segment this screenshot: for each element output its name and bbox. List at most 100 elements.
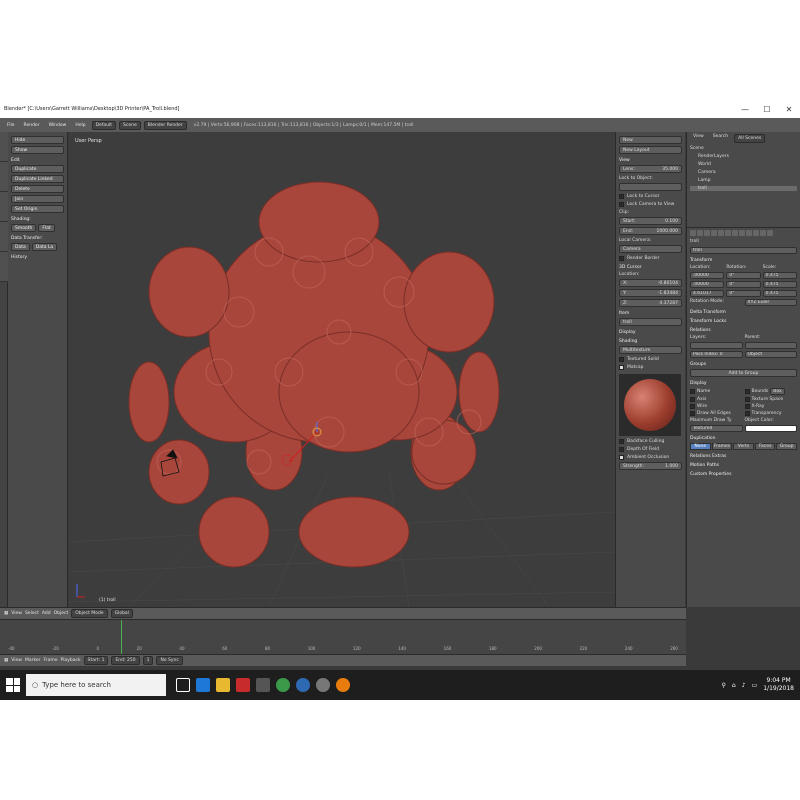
item-panel-header[interactable]: Item [619,311,682,316]
dupli-verts-button[interactable]: Verts [733,443,754,450]
blender-taskbar-icon[interactable] [336,678,350,692]
max-draw-type-dropdown[interactable]: Textured [690,425,743,432]
display-bounds-checkbox[interactable]: Bounds Box [744,388,798,395]
menu-file[interactable]: File [4,123,18,128]
outliner-item-world[interactable]: World [690,162,797,167]
3d-cursor-panel-header[interactable]: 3D Cursor [619,265,682,270]
data-button[interactable]: Data [11,243,30,251]
people-icon[interactable]: ⚲ [722,682,726,689]
toolshelf-tabs[interactable] [0,132,8,607]
rot-z-field[interactable]: 0° [726,290,761,297]
app-icon-red[interactable] [236,678,250,692]
matcap-preview[interactable] [619,374,681,436]
close-button[interactable]: ✕ [778,105,800,114]
matcap-checkbox[interactable]: Matcap [619,365,682,370]
set-origin-button[interactable]: Set Origin [11,205,64,213]
depth-of-field-checkbox[interactable]: Depth Of Field [619,447,682,452]
clip-start-field[interactable]: Start: 0.100 [619,217,682,225]
maximize-button[interactable]: ☐ [756,105,778,114]
parent-type-dropdown[interactable]: Object [744,351,797,358]
new-brush-button[interactable]: New [619,136,682,144]
motion-paths-header[interactable]: Motion Paths [690,463,797,468]
loc-z-field[interactable]: 4.61017 [690,290,725,297]
end-frame-field[interactable]: End: 250 [111,656,140,665]
ao-strength-field[interactable]: Strength: 1.000 [619,462,682,470]
display-header[interactable]: Display [690,381,797,386]
scale-x-field[interactable]: 0.475 [762,272,797,279]
hide-button[interactable]: Hide [11,136,64,144]
network-icon[interactable]: ⌂ [732,682,736,689]
view-panel-header[interactable]: View [619,158,682,163]
mode-dropdown[interactable]: Object Mode [71,609,108,618]
pass-index-field[interactable]: Pass Index: 0 [690,351,743,358]
delete-button[interactable]: Delete [11,185,64,193]
properties-tabs[interactable] [690,230,797,236]
clock[interactable]: 9:04 PM 1/19/2018 [763,677,794,693]
menu-window[interactable]: Window [46,123,70,128]
outliner-item-troll[interactable]: troll [690,186,797,191]
camera-field[interactable]: Camera [619,245,682,253]
rotation-mode-dropdown[interactable]: XYZ Euler [744,299,797,306]
outliner-search-menu[interactable]: Search [710,134,731,143]
world-tab-icon[interactable] [711,230,717,236]
sync-dropdown[interactable]: No Sync [156,656,183,665]
data-tab-icon[interactable] [739,230,745,236]
constraints-tab-icon[interactable] [725,230,731,236]
lock-object-field[interactable] [619,183,682,191]
cursor-y-field[interactable]: Y: -1.83484 [619,289,682,297]
loc-x-field[interactable]: .00000 [690,272,725,279]
dupli-group-button[interactable]: Group [776,443,797,450]
display-panel-header[interactable]: Display [619,330,682,335]
show-button[interactable]: Show [11,146,64,154]
menu-add[interactable]: Add [42,611,51,616]
physics-tab-icon[interactable] [767,230,773,236]
app-icon-gray[interactable] [316,678,330,692]
editor-type-icon[interactable]: ▦ [4,611,8,616]
loc-y-field[interactable]: .00000 [690,281,725,288]
timeline[interactable]: -40 -20 0 20 40 60 80 100 120 140 160 18… [0,619,686,654]
cursor-x-field[interactable]: X: -0.80104 [619,279,682,287]
outliner-item-lamp[interactable]: Lamp [690,178,797,183]
layout-dropdown[interactable]: Default [91,120,117,130]
custom-properties-header[interactable]: Custom Properties [690,472,797,477]
object-color-swatch[interactable] [744,425,797,432]
join-button[interactable]: Join [11,195,64,203]
display-texture-space-checkbox[interactable]: Texture Space [744,397,798,402]
duplicate-linked-button[interactable]: Duplicate Linked [11,175,64,183]
add-to-group-button[interactable]: Add to Group [690,369,797,377]
cursor-z-field[interactable]: Z: 4.37287 [619,299,682,307]
groups-header[interactable]: Groups [690,362,797,367]
outliner-item-scene[interactable]: Scene [690,146,797,151]
rot-x-field[interactable]: 0° [726,272,761,279]
display-axis-checkbox[interactable]: Axis [690,397,743,402]
display-name-checkbox[interactable]: Name [690,388,743,395]
task-view-icon[interactable] [176,678,190,692]
textured-solid-checkbox[interactable]: Textured Solid [619,357,682,362]
rot-y-field[interactable]: 0° [726,281,761,288]
outliner-display-dropdown[interactable]: All Scenes [734,134,766,143]
flat-button[interactable]: Flat [38,224,55,232]
display-all-edges-checkbox[interactable]: Draw All Edges [690,411,743,416]
delta-transform-header[interactable]: Delta Transform [690,310,797,315]
backface-culling-checkbox[interactable]: Backface Culling [619,439,682,444]
outliner-item-camera[interactable]: Camera [690,170,797,175]
scale-y-field[interactable]: 0.475 [762,281,797,288]
outliner-view-menu[interactable]: View [690,134,707,143]
menu-playback[interactable]: Playback [61,658,81,663]
render-border-checkbox[interactable]: Render Border [619,256,682,261]
menu-marker[interactable]: Marker [25,658,41,663]
app-icon-dark[interactable] [256,678,270,692]
editor-type-icon[interactable]: ▦ [4,658,8,663]
new-layout-button[interactable]: New Layout [619,146,682,154]
scale-z-field[interactable]: 0.475 [762,290,797,297]
layers-grid[interactable] [690,342,743,349]
shading-panel-header[interactable]: Shading [619,339,682,344]
windows-start-icon[interactable] [6,678,20,692]
particles-tab-icon[interactable] [760,230,766,236]
menu-view[interactable]: View [11,611,22,616]
object-tab-icon[interactable] [718,230,724,236]
duplication-header[interactable]: Duplication [690,436,797,441]
display-wire-checkbox[interactable]: Wire [690,404,743,409]
dupli-none-button[interactable]: None [690,443,711,450]
start-frame-field[interactable]: Start: 1 [83,656,109,665]
